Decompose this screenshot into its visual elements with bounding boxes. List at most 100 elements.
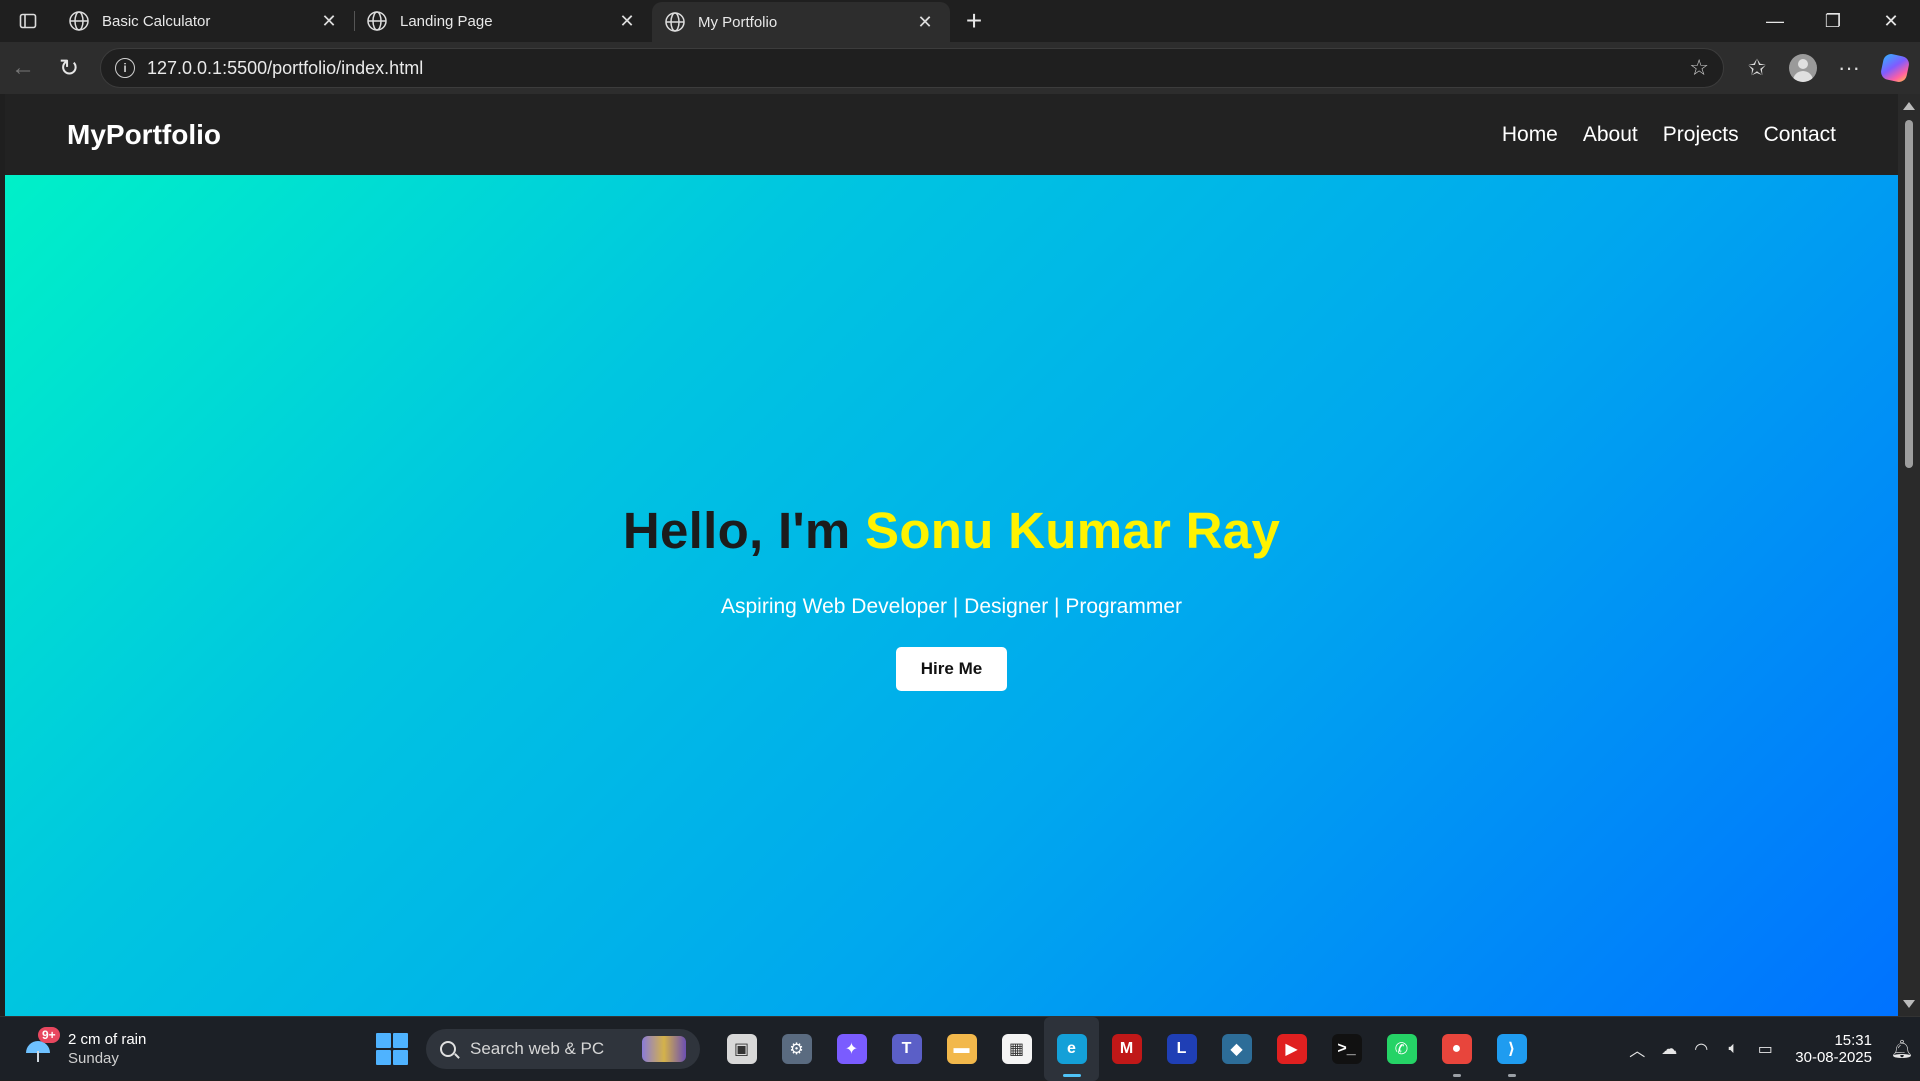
scroll-up-arrow-icon[interactable] [1903, 102, 1915, 110]
restore-button[interactable]: ❐ [1804, 0, 1862, 42]
more-menu-button[interactable]: ··· [1826, 48, 1872, 88]
profile-button[interactable] [1780, 48, 1826, 88]
taskbar-search[interactable]: Search web & PC [426, 1029, 700, 1069]
plus-icon: + [965, 5, 983, 36]
page-viewport: MyPortfolio Home About Projects Contact … [5, 94, 1898, 1016]
taskbar-app-microsoft-store[interactable]: ▦ [989, 1017, 1044, 1081]
task-view-icon: ▣ [726, 1034, 757, 1064]
volume-icon[interactable]: 🔈︎ [1717, 1017, 1749, 1081]
taskbar-center: Search web & PC ▣ ⚙ ✦ T ▬ ▦ e M L ◆ ▶ >_ ✆ ● ⟩ [376, 1017, 1539, 1081]
chevron-up-icon: ︿ [1629, 1043, 1646, 1060]
favorite-star-icon[interactable]: ☆ [1689, 55, 1709, 81]
hero-subtitle: Aspiring Web Developer | Designer | Prog… [720, 594, 1183, 618]
taskbar-app-edge[interactable]: e [1044, 1017, 1099, 1081]
taskbar-app-copilot[interactable]: ✦ [824, 1017, 879, 1081]
tab-label: Landing Page [400, 12, 493, 30]
nav-link-about[interactable]: About [1583, 123, 1638, 147]
back-button[interactable]: ← [0, 48, 46, 88]
close-window-button[interactable]: ✕ [1862, 0, 1920, 42]
nav-links: Home About Projects Contact [1502, 123, 1836, 147]
site-logo[interactable]: MyPortfolio [67, 119, 221, 151]
taskbar-app-whatsapp[interactable]: ✆ [1374, 1017, 1429, 1081]
taskbar-app-terminal[interactable]: >_ [1319, 1017, 1374, 1081]
weather-forecast: 2 cm of rain [68, 1030, 147, 1048]
taskbar-app-chrome[interactable]: ● [1429, 1017, 1484, 1081]
site-navbar: MyPortfolio Home About Projects Contact [5, 94, 1898, 175]
taskbar-app-mcafee[interactable]: M [1099, 1017, 1154, 1081]
weather-text: 2 cm of rain Sunday [68, 1031, 146, 1067]
copilot-icon: ✦ [836, 1034, 867, 1064]
minimize-icon: — [1766, 10, 1784, 31]
hire-me-button[interactable]: Hire Me [896, 646, 1007, 691]
copilot-button[interactable] [1872, 48, 1918, 88]
window-controls: — ❐ ✕ [1746, 0, 1920, 42]
url-text[interactable]: 127.0.0.1:5500/portfolio/index.html [147, 58, 1689, 79]
running-indicator [1062, 1074, 1081, 1077]
tab-basic-calculator[interactable]: Basic Calculator ✕ [56, 0, 355, 42]
notifications-bell-icon[interactable]: 🔔︎ [1884, 1017, 1920, 1081]
arrow-left-icon: ← [11, 54, 35, 81]
battery-icon[interactable]: ▭ [1749, 1017, 1781, 1081]
reload-icon: ↻ [58, 54, 80, 82]
taskbar-app-settings[interactable]: ⚙ [769, 1017, 824, 1081]
tab-actions-button[interactable] [0, 0, 56, 42]
onedrive-icon[interactable]: ☁ [1653, 1017, 1685, 1081]
toolbar-icons: ✩ ··· [1734, 48, 1918, 88]
close-tab-icon[interactable]: ✕ [318, 10, 340, 32]
clock-date: 30-08-2025 [1795, 1049, 1872, 1066]
show-hidden-icons-button[interactable]: ︿ [1621, 1017, 1653, 1081]
close-tab-icon[interactable]: ✕ [914, 11, 936, 33]
taskbar-app-teams[interactable]: T [879, 1017, 934, 1081]
mysql-workbench-icon: ◆ [1221, 1034, 1252, 1064]
clock[interactable]: 15:31 30-08-2025 [1795, 1032, 1872, 1066]
globe-icon [665, 12, 685, 32]
page-scrollbar[interactable] [1898, 94, 1920, 1016]
browser-toolbar: ← ↻ i 127.0.0.1:5500/portfolio/index.htm… [0, 42, 1920, 94]
site-info-icon[interactable]: i [115, 58, 135, 78]
whatsapp-icon: ✆ [1386, 1034, 1417, 1064]
address-bar[interactable]: i 127.0.0.1:5500/portfolio/index.html ☆ [100, 48, 1724, 88]
close-tab-icon[interactable]: ✕ [616, 10, 638, 32]
windows-start-icon[interactable] [376, 1033, 408, 1065]
nav-link-projects[interactable]: Projects [1663, 123, 1739, 147]
hero-greeting: Hello, I'm [622, 501, 865, 559]
taskbar-app-mysql-workbench[interactable]: ◆ [1209, 1017, 1264, 1081]
hero-name: Sonu Kumar Ray [865, 501, 1281, 559]
running-indicator [1507, 1074, 1516, 1077]
mcafee-icon: M [1111, 1034, 1142, 1064]
restore-icon: ❐ [1824, 10, 1842, 31]
tab-my-portfolio[interactable]: My Portfolio ✕ [652, 2, 950, 42]
scrollbar-thumb[interactable] [1905, 120, 1913, 468]
avatar-icon [1789, 54, 1817, 82]
more-dots-icon: ··· [1838, 55, 1860, 80]
minimize-button[interactable]: — [1746, 0, 1804, 42]
taskbar-app-task-view[interactable]: ▣ [714, 1017, 769, 1081]
taskbar-app-vscode[interactable]: ⟩ [1484, 1017, 1539, 1081]
taskbar-app-youtube[interactable]: ▶ [1264, 1017, 1319, 1081]
tab-landing-page[interactable]: Landing Page ✕ [354, 0, 652, 42]
favorites-button[interactable]: ✩ [1734, 48, 1780, 88]
settings-icon: ⚙ [781, 1034, 812, 1064]
wifi-icon[interactable]: ◠ [1685, 1017, 1717, 1081]
sidebar-toggle-icon [19, 13, 37, 29]
search-icon [440, 1041, 456, 1057]
tab-label: My Portfolio [698, 13, 778, 31]
nav-link-home[interactable]: Home [1502, 123, 1558, 147]
running-indicator [1452, 1074, 1461, 1077]
new-tab-button[interactable]: + [954, 1, 994, 41]
reload-button[interactable]: ↻ [46, 48, 92, 88]
youtube-icon: ▶ [1276, 1034, 1307, 1064]
favorites-icon: ✩ [1747, 55, 1767, 80]
pinned-apps: ▣ ⚙ ✦ T ▬ ▦ e M L ◆ ▶ >_ ✆ ● ⟩ [714, 1017, 1539, 1081]
taskbar-app-file-explorer[interactable]: ▬ [934, 1017, 989, 1081]
terminal-icon: >_ [1331, 1034, 1362, 1064]
notification-badge: 9+ [38, 1026, 60, 1043]
scroll-down-arrow-icon[interactable] [1903, 1000, 1915, 1008]
hero-section: Hello, I'm Sonu Kumar Ray Aspiring Web D… [5, 175, 1898, 1016]
taskbar-app-lens[interactable]: L [1154, 1017, 1209, 1081]
windows-taskbar: 9+ 2 cm of rain Sunday Search web & PC ▣… [0, 1016, 1920, 1081]
close-icon: ✕ [1883, 10, 1899, 31]
nav-link-contact[interactable]: Contact [1764, 123, 1836, 147]
weather-widget[interactable]: 9+ 2 cm of rain Sunday [0, 1017, 190, 1081]
file-explorer-icon: ▬ [946, 1034, 977, 1064]
